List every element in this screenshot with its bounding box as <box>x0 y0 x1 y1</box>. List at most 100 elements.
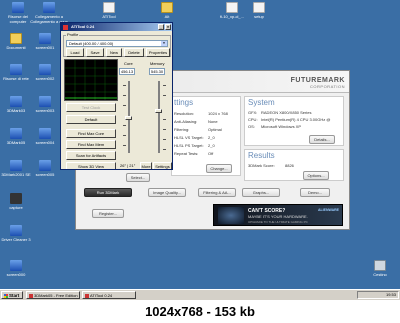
default-button[interactable]: Default <box>66 115 116 124</box>
settings-panel: ttings Resolution: 1024 x 768 Anti-Alias… <box>171 96 241 176</box>
desktop-icon-atitool[interactable]: ATITool <box>92 2 126 19</box>
settings-button[interactable]: Settings <box>153 162 172 169</box>
taskbar-item-atitool[interactable]: ATITool 0.24 <box>82 291 136 299</box>
slider-tick <box>123 125 126 126</box>
load-button[interactable]: Load <box>66 48 84 57</box>
desktop-icon-screen000[interactable]: screen000 <box>0 260 33 277</box>
find-max-mem-button[interactable]: Find Max Mem <box>66 140 116 149</box>
alien-head-icon <box>218 207 244 224</box>
memory-value[interactable]: 545.30 <box>149 68 165 75</box>
test-clock-button[interactable]: Test Clock <box>66 103 116 112</box>
system-value: Microsoft Windows XP <box>261 124 302 129</box>
desktop-icon-label: ATITool <box>102 14 116 19</box>
system-title: System <box>248 98 275 107</box>
slider-tick <box>163 119 166 120</box>
atitool-titlebar[interactable]: ATITool 0.24 _ × <box>61 23 172 31</box>
desktop-icon-label: screen004 <box>35 140 55 145</box>
show-3d-view-button[interactable]: Show 3D View <box>66 162 116 169</box>
scan-artifacts-button[interactable]: Scan for Artifacts <box>66 151 116 160</box>
image-quality-button[interactable]: Image Quality... <box>148 188 186 197</box>
properties-button[interactable]: Properties <box>146 48 170 57</box>
save-button[interactable]: Save <box>86 48 104 57</box>
desktop-icon-label: 3DMark05 <box>6 140 26 145</box>
desktop-icon-screen002[interactable]: screen002 <box>28 64 62 81</box>
slider-tick <box>123 135 126 136</box>
brand-sub: CORPORATION <box>310 84 345 89</box>
desktop-icon-recycle-bin[interactable]: Cestino <box>363 260 397 277</box>
slider-tick <box>123 145 126 146</box>
image-icon <box>39 64 51 75</box>
options-button[interactable]: Options... <box>303 171 329 180</box>
change-button[interactable]: Change... <box>206 164 232 173</box>
system-row: GFX: <box>248 110 258 115</box>
start-button[interactable]: Start <box>1 291 23 299</box>
new-button[interactable]: New <box>106 48 122 57</box>
settings-row: Resolution: <box>174 111 195 116</box>
core-value[interactable]: 456.13 <box>119 68 135 75</box>
settings-row: Filtering: <box>174 127 190 132</box>
taskbar-item-label: ATITool 0.24 <box>90 293 113 298</box>
alienware-ad[interactable]: CAN'T SCORE? MAYBE IT'S YOUR HARDWARE. U… <box>213 204 343 226</box>
settings-row: Repeat Tests: <box>174 151 199 156</box>
desktop-icon-label: Driver Cleaner 3 <box>1 237 31 242</box>
settings-value: None <box>208 119 218 124</box>
temperature-readout: 26° | 21° <box>119 163 137 168</box>
3dmark-icon <box>10 128 22 139</box>
core-slider-thumb[interactable] <box>125 116 132 120</box>
settings-value: 1024 x 768 <box>208 111 228 116</box>
minimize-icon[interactable]: _ <box>158 24 164 30</box>
image-icon <box>39 96 51 107</box>
filtering-aa-button[interactable]: Filtering & AA... <box>198 188 236 197</box>
desktop-icon-label: Cestino <box>373 272 387 277</box>
profile-value: Default (400.00 / 400.00) <box>69 41 114 46</box>
memory-label: Memory <box>149 61 166 66</box>
desktop-icon-screen004[interactable]: screen004 <box>28 128 62 145</box>
memory-slider-track[interactable] <box>158 81 160 153</box>
desktop-icon-label: Alt <box>164 14 170 19</box>
profile-select[interactable]: Default (400.00 / 400.00) ▼ <box>66 40 168 47</box>
desktop-icon-cpuz[interactable]: Collegamento a Collegamento a cpuz <box>29 2 69 24</box>
computer-icon <box>12 2 24 13</box>
find-max-core-button[interactable]: Find Max Core <box>66 129 116 138</box>
score-value: 8826 <box>285 163 294 168</box>
desktop-icon-driver-cleaner[interactable]: Driver Cleaner 3 <box>0 225 33 242</box>
clock-graph <box>64 59 118 101</box>
delete-button[interactable]: Delete <box>124 48 144 57</box>
more-button[interactable]: More <box>140 162 152 169</box>
image-icon <box>39 128 51 139</box>
graphs-button[interactable]: Graphs... <box>242 188 280 197</box>
desktop-icon-capture[interactable]: capture <box>0 193 33 210</box>
desktop-icon-label: 3DMark03 <box>6 108 26 113</box>
profile-label: Profile <box>66 32 80 37</box>
folder-icon <box>161 2 173 13</box>
run-3dmark-button[interactable]: Run 3DMark <box>84 188 132 197</box>
desktop-icon-alt[interactable]: Alt <box>150 2 184 19</box>
desktop-icon-screen003[interactable]: screen003 <box>28 96 62 113</box>
desktop-icon-screen001[interactable]: screen001 <box>28 33 62 50</box>
desktop-icon-label: 3DMark2001 SE <box>1 172 31 177</box>
system-row: CPU: <box>248 117 258 122</box>
select-button[interactable]: Select... <box>126 173 150 182</box>
desktop-icon-label: screen001 <box>35 45 55 50</box>
slider-tick <box>163 95 166 96</box>
3dmark-icon <box>10 160 22 171</box>
slider-tick <box>163 139 166 140</box>
taskbar-item-label: 3DMark05 - Free Edition <box>34 293 78 298</box>
setup-icon <box>253 2 265 13</box>
image-icon <box>10 260 22 271</box>
desktop-icon-screen005[interactable]: screen005 <box>28 160 62 177</box>
slider-tick <box>163 85 166 86</box>
3dmark-icon <box>10 96 22 107</box>
details-button[interactable]: Details... <box>309 135 335 144</box>
capture-icon <box>10 193 22 204</box>
image-icon <box>39 33 51 44</box>
image-icon <box>39 160 51 171</box>
memory-slider-thumb[interactable] <box>155 109 162 113</box>
demo-button[interactable]: Demo... <box>300 188 330 197</box>
desktop-icon-label: screen003 <box>35 108 55 113</box>
close-icon[interactable]: × <box>165 24 171 30</box>
register-button[interactable]: Register... <box>92 209 124 218</box>
desktop-icon-setup[interactable]: setup <box>242 2 276 19</box>
desktop-icon-label: screen002 <box>35 76 55 81</box>
taskbar-item-3dmark05[interactable]: 3DMark05 - Free Edition <box>26 291 80 299</box>
